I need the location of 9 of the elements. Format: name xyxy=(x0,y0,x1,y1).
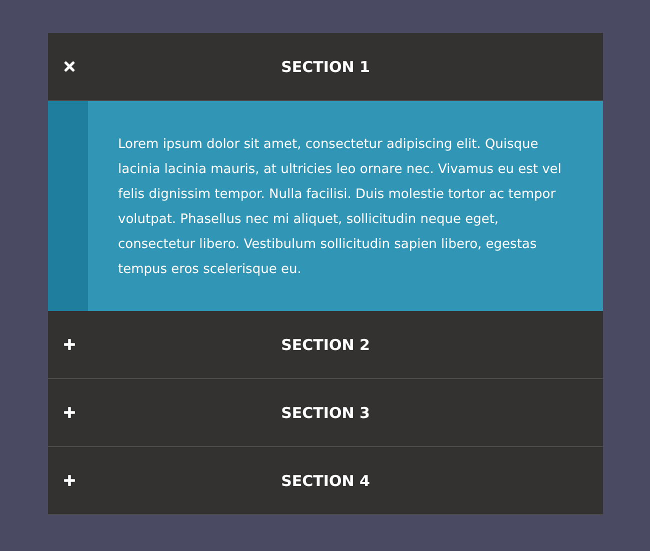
section-header[interactable]: SECTION 4 xyxy=(48,447,603,515)
section-text: Lorem ipsum dolor sit amet, consectetur adipiscing elit. Quisque lacinia lacinia mauris, at ultricies leo ornare nec. Vivamus eu est vel felis dignissim tempor. Nulla facilisi. Duis molestie tortor ac tempor volutpat. Phasellus nec mi aliquet, sollicitudin neque eget, consectetur libero. Vestibulum sollicitudin sapien libero, egestas tempus eros scelerisque eu. xyxy=(117,136,562,279)
section-title: SECTION 4 xyxy=(281,472,370,490)
section-header[interactable]: SECTION 3 xyxy=(48,379,603,447)
section-title: SECTION 1 xyxy=(281,58,370,76)
section-title: SECTION 2 xyxy=(281,336,370,354)
section-header[interactable]: SECTION 1 xyxy=(48,33,603,101)
section-title: SECTION 3 xyxy=(281,404,370,422)
section-header[interactable]: SECTION 2 xyxy=(48,311,603,379)
